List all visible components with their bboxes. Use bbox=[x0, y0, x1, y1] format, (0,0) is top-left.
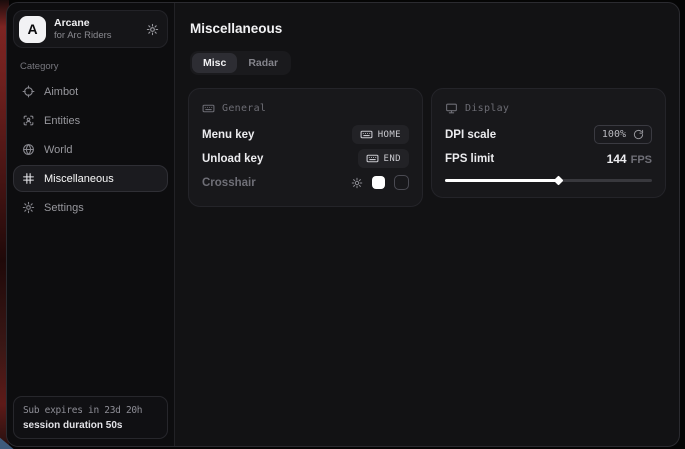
globe-icon bbox=[22, 143, 35, 156]
panel-title: Display bbox=[465, 103, 509, 114]
sidebar-item-settings[interactable]: Settings bbox=[13, 194, 168, 221]
monitor-icon bbox=[445, 102, 458, 115]
sub-expiry-text: Sub expires in 23d 20h bbox=[23, 405, 158, 416]
brand-logo: A bbox=[19, 16, 46, 43]
fps-limit-slider[interactable] bbox=[445, 175, 652, 185]
sidebar-item-world[interactable]: World bbox=[13, 136, 168, 163]
keyboard-icon bbox=[360, 128, 373, 141]
sidebar-item-miscellaneous[interactable]: Miscellaneous bbox=[13, 165, 168, 192]
sidebar-item-label: Miscellaneous bbox=[44, 173, 114, 185]
dpi-scale-value: 100% bbox=[602, 129, 626, 140]
panel-title: General bbox=[222, 103, 266, 114]
display-panel: Display DPI scale 100% FPS limit 144 bbox=[431, 88, 666, 198]
fps-number: 144 bbox=[607, 152, 627, 166]
fps-limit-value: 144 FPS bbox=[607, 152, 652, 166]
brand-name: Arcane bbox=[54, 17, 138, 30]
main-content: Miscellaneous Misc Radar General Menu ke… bbox=[175, 3, 679, 446]
slider-thumb[interactable] bbox=[553, 175, 563, 185]
sidebar-spacer bbox=[13, 221, 168, 396]
unload-key-value: END bbox=[384, 154, 401, 164]
crosshair-checkbox[interactable] bbox=[394, 175, 409, 190]
tab-radar[interactable]: Radar bbox=[237, 53, 289, 73]
fps-limit-label: FPS limit bbox=[445, 153, 494, 165]
brand-card: A Arcane for Arc Riders bbox=[13, 10, 168, 48]
session-duration-text: session duration 50s bbox=[23, 420, 158, 431]
display-panel-header: Display bbox=[445, 99, 652, 117]
brand-gear-icon[interactable] bbox=[146, 23, 159, 36]
subscription-box: Sub expires in 23d 20h session duration … bbox=[13, 396, 168, 439]
crosshair-controls bbox=[351, 175, 409, 190]
dpi-scale-label: DPI scale bbox=[445, 129, 496, 141]
brand-text: Arcane for Arc Riders bbox=[54, 17, 138, 41]
sidebar-item-label: Aimbot bbox=[44, 86, 78, 98]
tab-misc[interactable]: Misc bbox=[192, 53, 237, 73]
menu-key-label: Menu key bbox=[202, 129, 254, 141]
fps-unit: FPS bbox=[631, 154, 652, 166]
sidebar-item-entities[interactable]: Entities bbox=[13, 107, 168, 134]
dpi-scale-control[interactable]: 100% bbox=[594, 125, 652, 144]
keyboard-icon bbox=[366, 152, 379, 165]
entities-scan-icon bbox=[22, 114, 35, 127]
crosshair-color-swatch[interactable] bbox=[372, 176, 385, 189]
sidebar-item-label: Settings bbox=[44, 202, 84, 214]
menu-key-row: Menu key HOME bbox=[202, 123, 409, 146]
sidebar-item-aimbot[interactable]: Aimbot bbox=[13, 78, 168, 105]
tab-bar: Misc Radar bbox=[190, 51, 291, 75]
keyboard-icon bbox=[202, 102, 215, 115]
slider-fill bbox=[445, 179, 559, 182]
gear-icon bbox=[22, 201, 35, 214]
sidebar-item-label: World bbox=[44, 144, 73, 156]
menu-key-bind-button[interactable]: HOME bbox=[352, 125, 409, 144]
general-panel: General Menu key HOME Unload key bbox=[188, 88, 423, 207]
crosshair-label: Crosshair bbox=[202, 177, 256, 189]
app-window: A Arcane for Arc Riders Category Aimbot bbox=[6, 2, 680, 447]
page-title: Miscellaneous bbox=[190, 21, 666, 36]
crosshair-settings-gear-icon[interactable] bbox=[351, 177, 363, 189]
sidebar-item-label: Entities bbox=[44, 115, 80, 127]
crosshair-row: Crosshair bbox=[202, 171, 409, 194]
category-label: Category bbox=[20, 61, 161, 72]
fps-limit-row: FPS limit 144 FPS bbox=[445, 147, 652, 170]
crosshair-icon bbox=[22, 85, 35, 98]
sidebar: A Arcane for Arc Riders Category Aimbot bbox=[7, 3, 175, 446]
unload-key-row: Unload key END bbox=[202, 147, 409, 170]
dpi-scale-row: DPI scale 100% bbox=[445, 123, 652, 146]
sidebar-nav: Aimbot Entities World Miscellaneous bbox=[13, 78, 168, 221]
unload-key-label: Unload key bbox=[202, 153, 263, 165]
refresh-icon[interactable] bbox=[633, 129, 644, 140]
grid-icon bbox=[22, 172, 35, 185]
general-panel-header: General bbox=[202, 99, 409, 117]
brand-subtitle: for Arc Riders bbox=[54, 30, 138, 41]
panels-row: General Menu key HOME Unload key bbox=[188, 88, 666, 207]
unload-key-bind-button[interactable]: END bbox=[358, 149, 409, 168]
menu-key-value: HOME bbox=[378, 130, 401, 140]
